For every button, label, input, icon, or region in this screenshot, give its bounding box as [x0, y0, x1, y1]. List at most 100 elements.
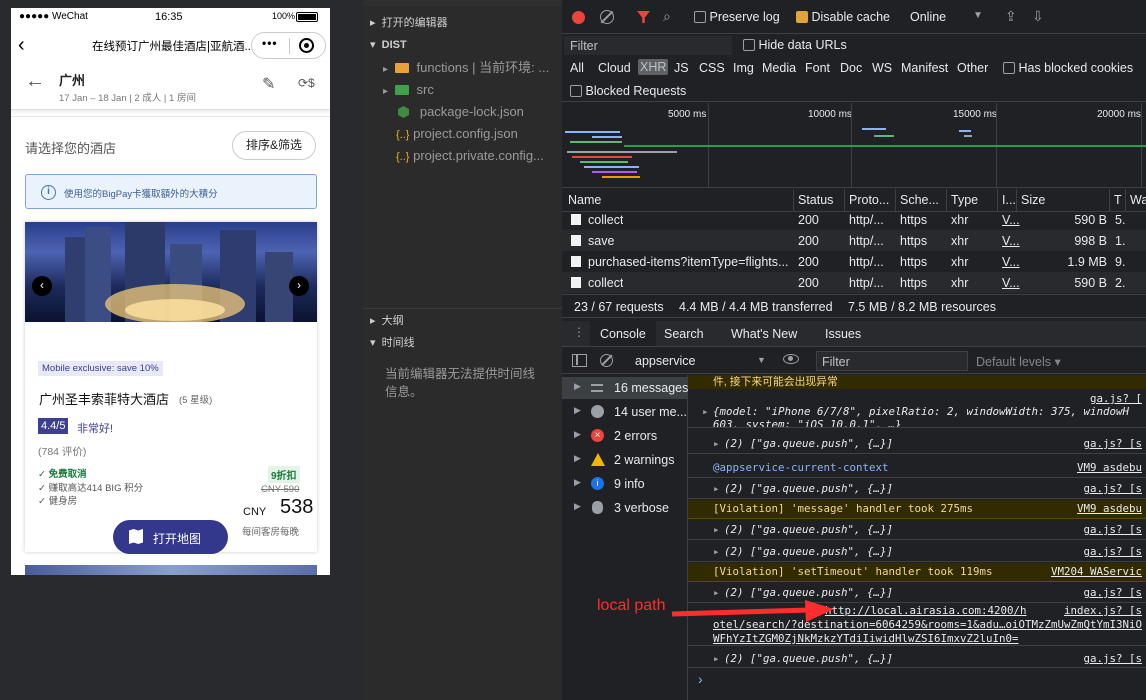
search-summary-header[interactable]: ← 广州 17 Jan – 18 Jan | 2 成人 | 1 房间 ✎ ⟳$ — [11, 62, 330, 110]
disable-cache-toggle[interactable]: Disable cache — [796, 10, 890, 24]
eye-icon[interactable] — [783, 354, 799, 364]
currency-switch-icon[interactable]: ⟳$ — [298, 76, 315, 90]
more-icon[interactable]: ••• — [262, 36, 278, 50]
expand-arrow-icon[interactable]: ▸ — [713, 652, 720, 666]
table-row[interactable]: collect 200 http/... https xhr V... 590 B 2. — [562, 272, 1146, 293]
import-har-icon[interactable]: ⇪ — [1005, 8, 1017, 25]
type-doc[interactable]: Doc — [840, 61, 862, 75]
tree-item-functions[interactable]: ▸ functions | 当前环境: ... — [363, 57, 562, 79]
type-css[interactable]: CSS — [699, 61, 725, 75]
checkbox[interactable] — [1003, 62, 1015, 74]
timeline-section[interactable]: ▾ 时间线 — [363, 332, 562, 354]
checkbox-checked[interactable] — [796, 11, 808, 23]
open-map-button[interactable]: 打开地图 — [113, 520, 228, 554]
console-log-line[interactable]: ▸ (2) ["ga.queue.push", {…}] ga.js? [s — [688, 480, 1146, 499]
outline-section[interactable]: ▸ 大纲 — [363, 310, 562, 332]
source-link[interactable]: ga.js? [s — [1083, 482, 1142, 496]
col-scheme[interactable]: Sche... — [900, 193, 939, 207]
source-link[interactable]: ga.js? [s — [1083, 545, 1142, 559]
record-icon[interactable] — [572, 11, 585, 24]
console-prompt[interactable]: › — [698, 671, 703, 687]
tree-item-project-config[interactable]: {..} project.config.json — [363, 123, 562, 145]
back-icon[interactable]: ‹ — [18, 34, 25, 57]
prev-photo-button[interactable]: ‹ — [32, 276, 52, 296]
tree-item-project-private-config[interactable]: {..} project.private.config... — [363, 145, 562, 167]
clear-console-icon[interactable] — [600, 354, 613, 367]
filter-funnel-icon[interactable] — [637, 11, 650, 23]
console-log-line[interactable]: ▸ (2) ["ga.queue.push", {…}] ga.js? [s — [688, 521, 1146, 540]
sidebar-toggle-icon[interactable] — [572, 354, 587, 367]
expand-arrow-icon[interactable]: ▸ — [713, 437, 720, 451]
checkbox[interactable] — [570, 85, 582, 97]
col-time[interactable]: T — [1114, 193, 1122, 207]
tab-whats-new[interactable]: What's New — [731, 327, 797, 341]
expand-arrow-icon[interactable]: ▸ — [713, 545, 720, 559]
expand-arrow-icon[interactable]: ▸ — [713, 523, 720, 537]
tab-issues[interactable]: Issues — [825, 327, 861, 341]
throttling-select[interactable]: Online ▼ — [910, 10, 983, 24]
console-object-line[interactable]: ga.js? [ ▸ {model: "iPhone 6/7/8", pixel… — [688, 392, 1146, 428]
col-size[interactable]: Size — [1021, 193, 1045, 207]
col-type[interactable]: Type — [951, 193, 978, 207]
type-other[interactable]: Other — [957, 61, 988, 75]
expand-arrow-icon[interactable]: ▸ — [713, 586, 720, 600]
network-overview[interactable]: 5000 ms 10000 ms 15000 ms 20000 ms — [562, 103, 1146, 188]
type-all[interactable]: All — [570, 61, 584, 75]
sort-filter-button[interactable]: 排序&筛选 — [232, 131, 316, 160]
checkbox[interactable] — [743, 39, 755, 51]
console-log-line[interactable]: ▸ (2) ["ga.queue.push", {…}] ga.js? [s — [688, 650, 1146, 668]
table-row[interactable]: save 200 http/... https xhr V... 998 B 1. — [562, 230, 1146, 251]
expand-arrow-icon[interactable]: ▸ — [713, 482, 720, 496]
console-log-line[interactable]: ▸ (2) ["ga.queue.push", {…}] ga.js? [s — [688, 435, 1146, 454]
local-url-link[interactable]: http://local.airasia.com:4200/h — [825, 604, 1027, 618]
type-font[interactable]: Font — [805, 61, 830, 75]
hotel-card[interactable]: ‹ › Mobile exclusive: save 10% 广州圣丰索菲特大酒… — [25, 222, 317, 552]
source-link[interactable]: VM9 asdebu — [1077, 502, 1142, 516]
type-cloud[interactable]: Cloud — [598, 61, 631, 75]
blocked-requests-toggle[interactable]: Blocked Requests — [570, 84, 686, 98]
console-violation-line[interactable]: [Violation] 'setTimeout' handler took 11… — [688, 563, 1146, 582]
checkbox[interactable] — [694, 11, 706, 23]
type-js[interactable]: JS — [674, 61, 689, 75]
log-levels-select[interactable]: Default levels ▾ — [976, 354, 1061, 369]
tree-item-package-lock[interactable]: package-lock.json — [363, 101, 562, 123]
open-editors-section[interactable]: ▸ 打开的编辑器 — [363, 12, 562, 34]
export-har-icon[interactable]: ⇩ — [1032, 8, 1044, 25]
type-manifest[interactable]: Manifest — [901, 61, 948, 75]
preserve-log-toggle[interactable]: Preserve log — [694, 10, 780, 24]
next-hotel-card[interactable] — [25, 565, 317, 575]
source-link[interactable]: index.js? [s — [1064, 604, 1142, 618]
type-img[interactable]: Img — [733, 61, 754, 75]
source-link[interactable]: VM204 WAServic — [1051, 565, 1142, 579]
source-link[interactable]: ga.js? [ — [1090, 392, 1142, 406]
col-waterfall[interactable]: Wa — [1130, 193, 1146, 207]
hotel-photo[interactable]: ‹ › — [25, 222, 317, 322]
next-photo-button[interactable]: › — [289, 276, 309, 296]
search-icon[interactable]: ⌕ — [663, 8, 671, 25]
tree-item-src[interactable]: ▸ src — [363, 79, 562, 101]
dist-section[interactable]: ▾ DIST — [363, 34, 562, 56]
context-select[interactable]: appservice ▼ — [635, 354, 766, 368]
expand-arrow-icon[interactable]: ▸ — [702, 405, 709, 419]
source-link[interactable]: ga.js? [s — [1083, 437, 1142, 451]
edit-icon[interactable]: ✎ — [262, 74, 275, 94]
bigpay-banner[interactable]: i 使用您的BigPay卡獲取額外的大積分 — [25, 174, 317, 209]
console-violation-line[interactable]: [Violation] 'message' handler took 275ms… — [688, 500, 1146, 519]
tab-console[interactable]: Console — [590, 321, 656, 346]
source-link[interactable]: ga.js? [s — [1083, 652, 1142, 666]
table-row[interactable]: purchased-items?itemType=flights... 200 ht… — [562, 251, 1146, 272]
type-xhr[interactable]: XHR — [638, 59, 669, 75]
console-log-line[interactable]: ▸ (2) ["ga.queue.push", {…}] ga.js? [s — [688, 543, 1146, 562]
console-context-line[interactable]: @appservice-current-context VM9 asdebu — [688, 459, 1146, 478]
has-blocked-cookies-toggle[interactable]: Has blocked cookies — [1003, 61, 1133, 75]
col-protocol[interactable]: Proto... — [849, 193, 889, 207]
col-status[interactable]: Status — [798, 193, 833, 207]
table-row[interactable]: collect 200 http/... https xhr V... 590 B 5. — [562, 212, 1146, 230]
source-link[interactable]: ga.js? [s — [1083, 586, 1142, 600]
console-filter-input[interactable]: Filter — [816, 351, 968, 371]
back-arrow-icon[interactable]: ← — [25, 70, 45, 93]
type-media[interactable]: Media — [762, 61, 796, 75]
source-link[interactable]: VM9 asdebu — [1077, 461, 1142, 475]
clear-icon[interactable] — [600, 10, 614, 24]
drawer-menu-icon[interactable]: ⋮ — [573, 325, 585, 339]
